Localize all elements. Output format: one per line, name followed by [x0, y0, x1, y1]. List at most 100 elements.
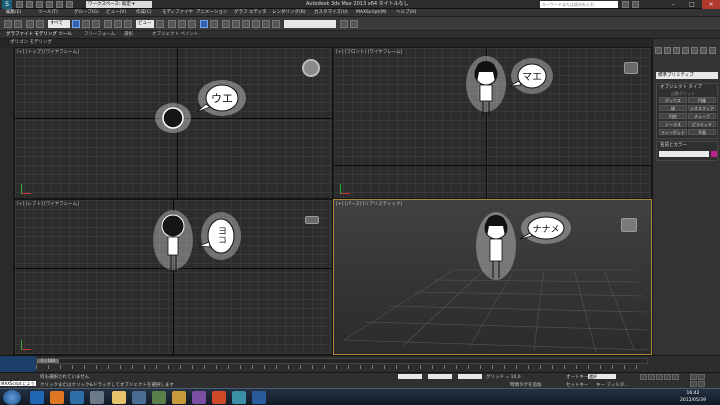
align-icon[interactable] [210, 20, 218, 28]
explorer-app-icon[interactable] [112, 391, 126, 404]
pivot-icon[interactable] [156, 20, 164, 28]
menu-rendering[interactable]: レンダリング(R) [272, 9, 306, 17]
firefox-app-icon[interactable] [50, 391, 64, 404]
box-button[interactable]: ボックス [659, 97, 687, 103]
maximize-viewport-icon[interactable] [698, 381, 705, 387]
app-icon[interactable] [90, 391, 104, 404]
named-selection-input[interactable] [284, 20, 336, 28]
go-to-end-icon[interactable] [672, 374, 679, 380]
redo-icon[interactable] [14, 20, 22, 28]
app-icon[interactable] [152, 391, 166, 404]
rotate-icon[interactable] [114, 20, 122, 28]
photoshop-app-icon[interactable] [252, 391, 266, 404]
3dsmax-app-icon[interactable] [232, 391, 246, 404]
close-button[interactable]: ✕ [702, 0, 720, 9]
autokey-button[interactable]: オートキー [566, 374, 589, 380]
time-slider-thumb[interactable]: 0 / 100 [37, 359, 59, 363]
menu-customize[interactable]: カスタマイズ(U) [314, 9, 348, 17]
viewcube-icon[interactable] [621, 218, 637, 232]
viewcube-icon[interactable] [302, 59, 320, 77]
app-icon[interactable] [132, 391, 146, 404]
app-logo-icon[interactable]: S [2, 0, 12, 9]
undo-icon[interactable] [46, 1, 53, 8]
menu-maxscript[interactable]: MAXScript(M) [356, 9, 387, 17]
render-icon[interactable] [350, 20, 358, 28]
menu-animation[interactable]: アニメーション [196, 9, 227, 17]
project-folder-icon[interactable] [66, 1, 73, 8]
menu-create[interactable]: 作成(C) [136, 9, 152, 17]
reference-coordinate-select[interactable]: ビュー [136, 20, 154, 28]
mirror-icon[interactable] [200, 20, 208, 28]
tab-object-paint[interactable]: オブジェクト ペイント [152, 31, 198, 39]
play-icon[interactable] [656, 374, 663, 380]
ribbon-subtitle[interactable]: ポリゴン モデリング [10, 39, 52, 47]
selected-set-select[interactable]: 選択 [588, 374, 616, 379]
viewport-left[interactable]: [+] [レフト] [ワイヤフレーム] ヨコ [14, 199, 333, 355]
minimize-button[interactable]: – [664, 0, 682, 9]
primitive-type-select[interactable]: 標準プリミティブ [656, 72, 718, 79]
menu-modifiers[interactable]: モディファイヤ [162, 9, 193, 17]
folder-app-icon[interactable] [172, 391, 186, 404]
rectangular-selection-icon[interactable] [92, 20, 100, 28]
menu-help[interactable]: ヘルプ(H) [396, 9, 416, 17]
snap-icon[interactable] [168, 20, 176, 28]
cone-button[interactable]: 円錐 [688, 97, 716, 103]
unlink-icon[interactable] [36, 20, 44, 28]
zoom-icon[interactable] [690, 374, 697, 380]
tab-freeform[interactable]: フリーフォーム [84, 31, 115, 39]
app-icon[interactable] [192, 391, 206, 404]
viewport-front[interactable]: [+] [フロント] [ワイヤフレーム] マエ [333, 47, 652, 199]
undo-icon[interactable] [4, 20, 12, 28]
menu-graph-editors[interactable]: グラフ エディタ [234, 9, 267, 17]
schematic-view-icon[interactable] [252, 20, 260, 28]
display-tab-icon[interactable] [691, 47, 698, 54]
save-file-icon[interactable] [36, 1, 43, 8]
previous-frame-icon[interactable] [648, 374, 655, 380]
menu-group[interactable]: グループ(G) [74, 9, 99, 17]
y-coordinate-input[interactable] [428, 374, 452, 379]
create-tab-icon[interactable] [655, 47, 662, 54]
start-button-icon[interactable] [3, 390, 21, 405]
plane-button[interactable]: 平面 [688, 129, 716, 135]
viewcube-icon[interactable] [305, 216, 319, 224]
z-coordinate-input[interactable] [458, 374, 482, 379]
search-icon[interactable] [622, 1, 629, 8]
viewport-label-top[interactable]: [+] [トップ] [ワイヤフレーム] [17, 49, 79, 55]
pyramid-button[interactable]: ピラミッド [688, 121, 716, 127]
viewport-label-left[interactable]: [+] [レフト] [ワイヤフレーム] [17, 201, 79, 207]
viewport-label-front[interactable]: [+] [フロント] [ワイヤフレーム] [336, 49, 402, 55]
curve-editor-icon[interactable] [242, 20, 250, 28]
cylinder-button[interactable]: 円柱 [659, 113, 687, 119]
geometry-icon[interactable] [709, 47, 716, 54]
help-icon[interactable] [632, 1, 639, 8]
menu-tools[interactable]: ツール(T) [38, 9, 58, 17]
object-type-header[interactable]: オブジェクト タイプ [657, 84, 717, 91]
motion-tab-icon[interactable] [682, 47, 689, 54]
modify-tab-icon[interactable] [664, 47, 671, 54]
viewport-top[interactable]: [+] [トップ] [ワイヤフレーム] ウエ [14, 47, 333, 199]
maximize-button[interactable]: □ [683, 0, 701, 9]
maxscript-listener-input[interactable]: MAXScript にようこそ [0, 381, 36, 391]
layer-icon[interactable] [222, 20, 230, 28]
open-file-icon[interactable] [26, 1, 33, 8]
x-coordinate-input[interactable] [398, 374, 422, 379]
render-frame-icon[interactable] [340, 20, 348, 28]
system-clock[interactable]: 16:42 2012/05/39 [680, 390, 706, 404]
tab-selection[interactable]: 選択 [124, 31, 133, 39]
object-name-input[interactable] [659, 151, 709, 157]
redo-icon[interactable] [56, 1, 63, 8]
search-input[interactable]: キーワードまたは語句を入力 [540, 1, 618, 8]
go-to-start-icon[interactable] [640, 374, 647, 380]
utilities-tab-icon[interactable] [700, 47, 707, 54]
teapot-button[interactable]: ティーポット [659, 129, 687, 135]
angle-snap-icon[interactable] [178, 20, 186, 28]
select-object-icon[interactable] [72, 20, 80, 28]
workspace-select[interactable]: ワークスペース: 既定 ▾ [86, 1, 152, 8]
object-color-swatch[interactable] [711, 151, 717, 157]
orbit-icon[interactable] [690, 381, 697, 387]
move-icon[interactable] [104, 20, 112, 28]
graphite-toggle-icon[interactable] [232, 20, 240, 28]
material-editor-icon[interactable] [262, 20, 270, 28]
hierarchy-tab-icon[interactable] [673, 47, 680, 54]
viewcube-icon[interactable] [624, 62, 638, 74]
